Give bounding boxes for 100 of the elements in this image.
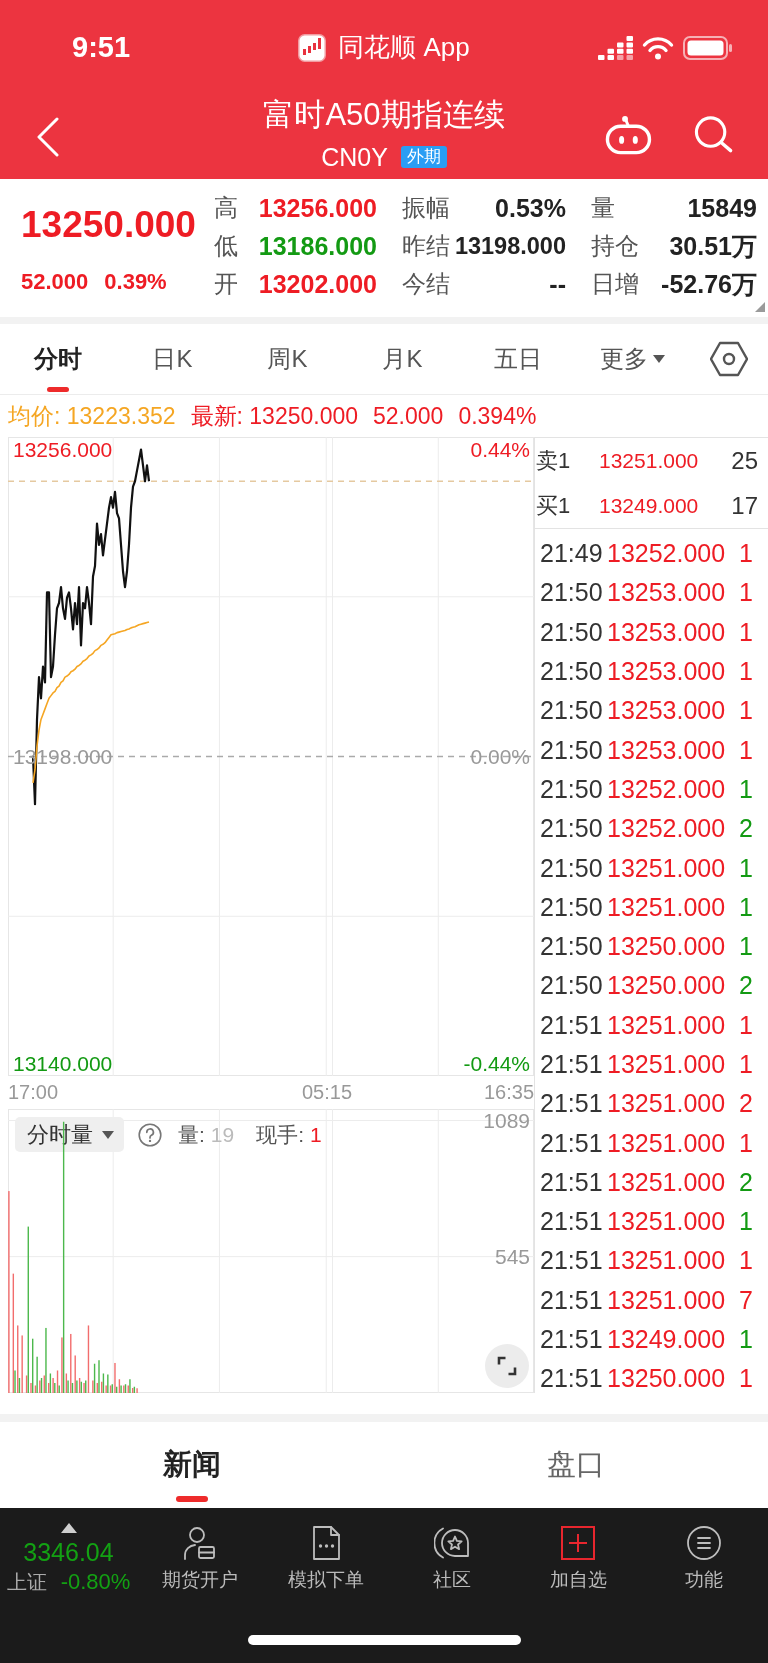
- stat-label: 今结: [402, 269, 450, 299]
- trade-price: 13251.000: [607, 892, 727, 922]
- trade-time: 21:49: [540, 539, 604, 569]
- trade-price: 13250.000: [607, 1364, 727, 1394]
- price-change-percent: 0.39%: [104, 268, 167, 296]
- trade-price: 13249.000: [607, 1325, 727, 1355]
- search-icon[interactable]: [693, 115, 733, 153]
- stat-value: 13198.000: [454, 232, 566, 260]
- trade-price: 13251.000: [607, 1010, 727, 1040]
- trade-volume: 1: [739, 932, 753, 962]
- last-price: 13250.000: [21, 203, 197, 247]
- trade-volume: 1: [739, 735, 753, 765]
- stat-value: 0.53%: [495, 193, 566, 223]
- page-title: 富时A50期指连续: [263, 97, 505, 133]
- candlestick-app-icon: [298, 33, 327, 62]
- trade-price: 13251.000: [607, 1246, 727, 1276]
- star-bubble-icon: [434, 1525, 470, 1561]
- time-label: 16:35: [484, 1081, 535, 1104]
- time-label: 17:00: [8, 1081, 59, 1104]
- period-tab[interactable]: 分时: [0, 324, 115, 394]
- stat-label: 振幅: [402, 193, 450, 223]
- period-tab[interactable]: 更多: [575, 324, 690, 394]
- trade-volume: 1: [739, 1207, 753, 1237]
- trade-time: 21:50: [540, 578, 604, 608]
- percent-label: -0.44%: [463, 1052, 530, 1075]
- trade-volume: 2: [739, 814, 753, 844]
- caret-icon: [60, 1523, 77, 1533]
- latest-change-percent: 0.394%: [458, 402, 537, 430]
- stat-label: 昨结: [402, 231, 450, 261]
- percent-label: 0.00%: [470, 745, 530, 768]
- settings-icon[interactable]: [710, 341, 748, 377]
- detail-tab[interactable]: 新闻: [0, 1422, 384, 1508]
- percent-label: 0.44%: [470, 438, 530, 461]
- back-icon[interactable]: [37, 117, 59, 157]
- trade-volume: 1: [739, 696, 753, 726]
- trade-volume: 1: [739, 853, 753, 883]
- fullscreen-icon[interactable]: [485, 1344, 529, 1388]
- stat-value: --: [549, 269, 566, 299]
- toolbar-button[interactable]: 功能: [641, 1508, 767, 1595]
- average-price: 均价: 13223.352: [8, 401, 176, 431]
- stat-label: 日增: [591, 269, 639, 299]
- trade-time: 21:50: [540, 892, 604, 922]
- axis-label: 545: [494, 1245, 530, 1269]
- stat-label: 低: [214, 231, 238, 261]
- trade-time: 21:50: [540, 853, 604, 883]
- trade-price: 13253.000: [607, 617, 727, 647]
- toolbar-button[interactable]: 加自选: [515, 1508, 641, 1595]
- toolbar-button[interactable]: 社区: [389, 1508, 515, 1595]
- status-time: 9:51: [72, 31, 131, 64]
- stat-label: 开: [214, 269, 238, 299]
- trade-volume: 1: [739, 1246, 753, 1276]
- stat-value: 13202.000: [258, 269, 377, 299]
- market-badge: 外期: [400, 146, 447, 168]
- trade-time: 21:50: [540, 971, 604, 1001]
- index-change: -0.80%: [60, 1570, 131, 1594]
- trade-volume: 1: [739, 1325, 753, 1355]
- trade-price: 13251.000: [607, 1128, 727, 1158]
- trade-time: 21:51: [540, 1325, 604, 1355]
- period-tab[interactable]: 日K: [115, 324, 230, 394]
- trade-time: 21:50: [540, 814, 604, 844]
- app-name: 同花顺 App: [338, 31, 470, 64]
- plus-icon: [560, 1525, 596, 1561]
- order-volume: 17: [731, 491, 758, 520]
- trade-price: 13252.000: [607, 774, 727, 804]
- trade-volume: 2: [739, 971, 753, 1001]
- trade-price: 13253.000: [607, 657, 727, 687]
- wifi-icon: [642, 35, 674, 60]
- trade-time: 21:51: [540, 1285, 604, 1315]
- axis-label: 1089: [483, 1109, 530, 1132]
- stat-value: 30.51万: [669, 230, 757, 262]
- signal-icon: [598, 35, 633, 60]
- trade-time: 21:50: [540, 696, 604, 726]
- toolbar-button[interactable]: 模拟下单: [263, 1508, 389, 1595]
- period-tab[interactable]: 周K: [230, 324, 345, 394]
- trade-time: 21:51: [540, 1050, 604, 1079]
- readout-label: 量:: [178, 1121, 205, 1148]
- trade-volume: 1: [739, 1050, 753, 1079]
- index-name: 上证: [6, 1570, 47, 1594]
- trade-volume: 1: [739, 539, 753, 569]
- index-value: 3346.04: [23, 1537, 114, 1567]
- order-price: 13249.000: [599, 493, 700, 518]
- toolbar-button[interactable]: 期货开户: [137, 1508, 263, 1595]
- trade-time: 21:51: [540, 1246, 604, 1276]
- axis-label: 13256.000: [13, 438, 113, 461]
- axis-label: 13140.000: [13, 1052, 113, 1075]
- order-label: 卖1: [536, 446, 572, 475]
- trade-price: 13253.000: [607, 696, 727, 726]
- robot-icon[interactable]: [605, 115, 652, 155]
- period-tab[interactable]: 月K: [345, 324, 460, 394]
- trade-volume: 7: [739, 1285, 753, 1315]
- trade-volume: 1: [739, 1010, 753, 1040]
- help-icon[interactable]: [138, 1122, 162, 1147]
- trade-volume: 1: [739, 657, 753, 687]
- stat-value: -52.76万: [661, 268, 757, 300]
- trade-price: 13251.000: [607, 1207, 727, 1237]
- corner-triangle-icon: [755, 302, 765, 312]
- time-label: 05:15: [302, 1081, 353, 1104]
- period-tab[interactable]: 五日: [460, 324, 575, 394]
- trade-time: 21:51: [540, 1089, 604, 1119]
- detail-tab[interactable]: 盘口: [384, 1422, 768, 1508]
